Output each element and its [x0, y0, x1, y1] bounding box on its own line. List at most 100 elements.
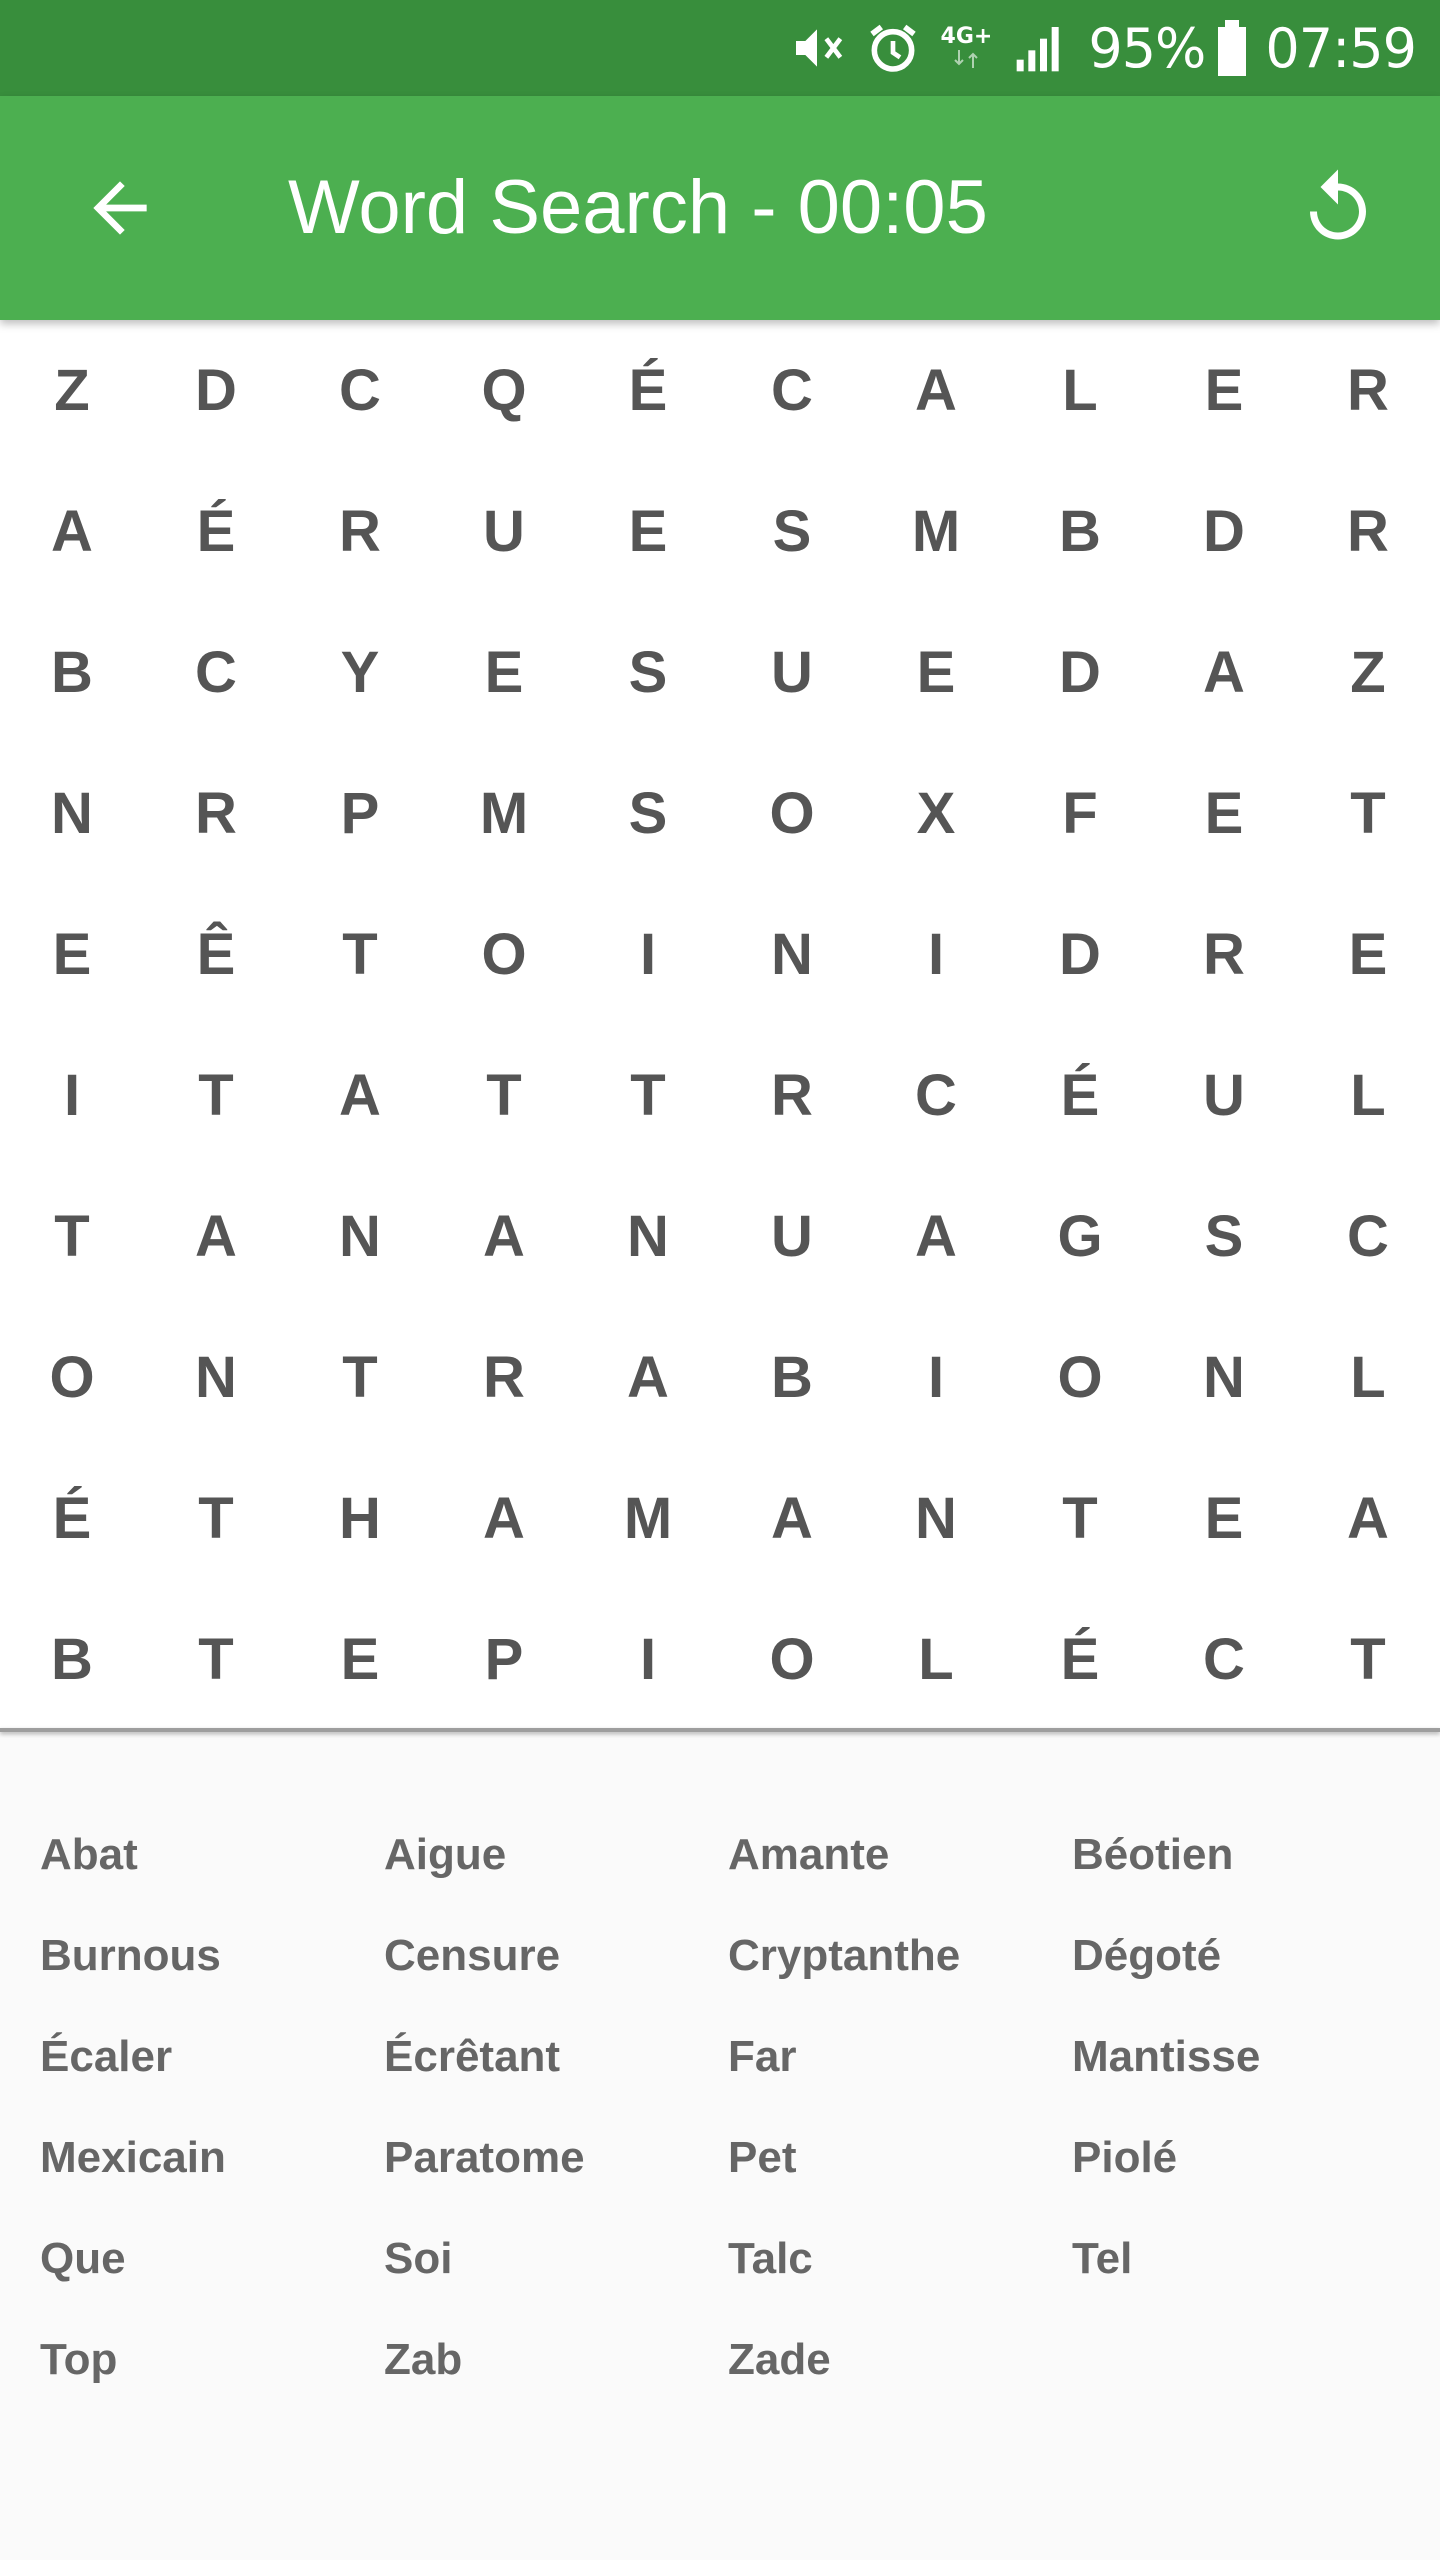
grid-cell[interactable]: B [1008, 461, 1152, 602]
grid-cell[interactable]: T [144, 1589, 288, 1730]
grid-cell[interactable]: N [144, 1307, 288, 1448]
grid-cell[interactable]: E [432, 602, 576, 743]
grid-cell[interactable]: É [1008, 1025, 1152, 1166]
grid-cell[interactable]: I [864, 1307, 1008, 1448]
grid-cell[interactable]: A [1296, 1448, 1440, 1589]
grid-cell[interactable]: L [1296, 1307, 1440, 1448]
grid-cell[interactable]: É [144, 461, 288, 602]
grid-cell[interactable]: T [288, 1307, 432, 1448]
grid-cell[interactable]: D [1152, 461, 1296, 602]
grid-cell[interactable]: N [576, 1166, 720, 1307]
grid-cell[interactable]: I [0, 1025, 144, 1166]
grid-cell[interactable]: Ê [144, 884, 288, 1025]
grid-cell[interactable]: E [288, 1589, 432, 1730]
grid-cell[interactable]: A [0, 461, 144, 602]
grid-cell[interactable]: C [288, 320, 432, 461]
grid-cell[interactable]: T [1008, 1448, 1152, 1589]
grid-cell[interactable]: A [720, 1448, 864, 1589]
grid-cell[interactable]: C [144, 602, 288, 743]
grid-cell[interactable]: T [144, 1448, 288, 1589]
grid-cell[interactable]: G [1008, 1166, 1152, 1307]
grid-cell[interactable]: E [864, 602, 1008, 743]
grid-cell[interactable]: C [1296, 1166, 1440, 1307]
grid-cell[interactable]: B [0, 602, 144, 743]
grid-cell[interactable]: L [1008, 320, 1152, 461]
grid-cell[interactable]: T [1296, 1589, 1440, 1730]
grid-cell[interactable]: E [576, 461, 720, 602]
grid-cell[interactable]: L [1296, 1025, 1440, 1166]
grid-cell[interactable]: B [720, 1307, 864, 1448]
grid-cell[interactable]: R [144, 743, 288, 884]
grid-cell[interactable]: U [720, 1166, 864, 1307]
grid-cell[interactable]: U [720, 602, 864, 743]
grid-cell[interactable]: N [720, 884, 864, 1025]
grid-cell[interactable]: A [432, 1448, 576, 1589]
grid-cell[interactable]: O [0, 1307, 144, 1448]
grid-cell[interactable]: A [864, 320, 1008, 461]
grid-cell[interactable]: D [1008, 602, 1152, 743]
grid-cell[interactable]: O [720, 1589, 864, 1730]
grid-cell[interactable]: S [1152, 1166, 1296, 1307]
grid-cell[interactable]: R [288, 461, 432, 602]
grid-cell[interactable]: F [1008, 743, 1152, 884]
grid-cell[interactable]: N [1152, 1307, 1296, 1448]
grid-cell[interactable]: Y [288, 602, 432, 743]
grid-cell[interactable]: E [1152, 320, 1296, 461]
grid-cell[interactable]: C [1152, 1589, 1296, 1730]
grid-cell[interactable]: O [720, 743, 864, 884]
grid-cell[interactable]: A [432, 1166, 576, 1307]
grid-cell[interactable]: E [1152, 1448, 1296, 1589]
grid-cell[interactable]: M [432, 743, 576, 884]
grid-cell[interactable]: E [0, 884, 144, 1025]
grid-cell[interactable]: A [576, 1307, 720, 1448]
grid-cell[interactable]: A [1152, 602, 1296, 743]
grid-cell[interactable]: H [288, 1448, 432, 1589]
grid-cell[interactable]: C [864, 1025, 1008, 1166]
grid-cell[interactable]: R [432, 1307, 576, 1448]
grid-cell[interactable]: R [1296, 320, 1440, 461]
grid-cell[interactable]: R [720, 1025, 864, 1166]
grid-cell[interactable]: N [864, 1448, 1008, 1589]
grid-cell[interactable]: A [864, 1166, 1008, 1307]
grid-cell[interactable]: T [1296, 743, 1440, 884]
grid-cell[interactable]: I [864, 884, 1008, 1025]
grid-cell[interactable]: T [0, 1166, 144, 1307]
back-button[interactable] [60, 148, 180, 268]
grid-cell[interactable]: T [144, 1025, 288, 1166]
refresh-button[interactable] [1278, 148, 1398, 268]
grid-cell[interactable]: Q [432, 320, 576, 461]
grid-cell[interactable]: R [1296, 461, 1440, 602]
grid-cell[interactable]: Z [0, 320, 144, 461]
grid-cell[interactable]: T [432, 1025, 576, 1166]
grid-cell[interactable]: S [576, 743, 720, 884]
grid-cell[interactable]: X [864, 743, 1008, 884]
grid-cell[interactable]: O [432, 884, 576, 1025]
grid-cell[interactable]: S [720, 461, 864, 602]
grid-cell[interactable]: A [144, 1166, 288, 1307]
grid-cell[interactable]: Z [1296, 602, 1440, 743]
grid-cell[interactable]: N [288, 1166, 432, 1307]
grid-cell[interactable]: É [576, 320, 720, 461]
grid-cell[interactable]: D [144, 320, 288, 461]
grid-cell[interactable]: L [864, 1589, 1008, 1730]
grid-cell[interactable]: P [432, 1589, 576, 1730]
grid-cell[interactable]: D [1008, 884, 1152, 1025]
grid-cell[interactable]: E [1152, 743, 1296, 884]
grid-cell[interactable]: É [1008, 1589, 1152, 1730]
grid-cell[interactable]: N [0, 743, 144, 884]
grid-cell[interactable]: R [1152, 884, 1296, 1025]
grid-cell[interactable]: E [1296, 884, 1440, 1025]
grid-cell[interactable]: T [576, 1025, 720, 1166]
grid-cell[interactable]: T [288, 884, 432, 1025]
grid-cell[interactable]: I [576, 884, 720, 1025]
grid-cell[interactable]: É [0, 1448, 144, 1589]
letter-grid[interactable]: ZDCQÉCALERAÉRUESMBDRBCYESUEDAZNRPMSOXFET… [0, 320, 1440, 1728]
grid-cell[interactable]: O [1008, 1307, 1152, 1448]
grid-cell[interactable]: C [720, 320, 864, 461]
grid-cell[interactable]: U [432, 461, 576, 602]
grid-cell[interactable]: P [288, 743, 432, 884]
grid-cell[interactable]: A [288, 1025, 432, 1166]
grid-cell[interactable]: M [576, 1448, 720, 1589]
grid-cell[interactable]: B [0, 1589, 144, 1730]
grid-cell[interactable]: S [576, 602, 720, 743]
